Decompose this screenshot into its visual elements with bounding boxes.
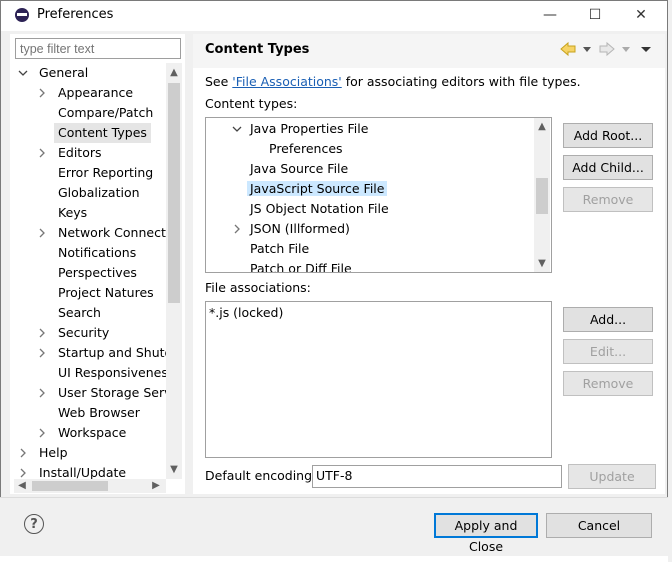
close-button[interactable]: ✕ [619,4,663,26]
add-root-button[interactable]: Add Root... [563,123,653,148]
collapsed-chevron-icon[interactable] [37,323,47,343]
tree-scroll-thumb[interactable] [168,83,180,303]
back-dropdown-icon[interactable] [582,42,592,56]
tree-item-label: Search [58,305,101,320]
remove-content-type-button[interactable]: Remove [563,187,653,212]
update-encoding-button[interactable]: Update [568,464,656,489]
content-type-label: Java Source File [250,161,349,176]
cancel-button[interactable]: Cancel [546,513,652,538]
add-child-button[interactable]: Add Child... [563,155,653,180]
intro-text: See 'File Associations' for associating … [205,74,581,89]
default-encoding-input[interactable]: UTF-8 [312,465,562,488]
footer-divider [0,497,668,498]
scroll-left-arrow-icon[interactable]: ◀ [15,478,29,494]
content-type-label: JavaScript Source File [247,181,388,196]
tree-item-label: Appearance [58,85,134,100]
default-encoding-label: Default encoding: [205,468,317,483]
content-type-label: Patch File [250,241,310,256]
collapsed-chevron-icon[interactable] [37,223,47,243]
preference-tree: General Appearance Compare/Patch Content Ty… [14,63,166,479]
tree-item-label: Network Connecti [58,225,166,240]
view-menu-icon[interactable] [640,42,652,56]
tree-item-label: Workspace [58,425,127,440]
tree-item-label: Content Types [54,123,151,143]
edit-association-button[interactable]: Edit... [563,339,653,364]
expanded-chevron-icon[interactable] [232,119,242,139]
content-type-label: Java Properties File [250,121,369,136]
tree-item-label: User Storage Serv [58,385,166,400]
content-type-label: JS Object Notation File [250,201,389,216]
expanded-chevron-icon[interactable] [18,63,28,83]
tree-item-label: Project Natures [58,285,154,300]
content-type-label: JSON (Illformed) [250,221,350,236]
tree-item-label: Security [58,325,110,340]
content-type-item[interactable]: Patch File [250,239,309,259]
collapsed-chevron-icon[interactable] [37,143,47,163]
file-association-item[interactable]: *.js (locked) [209,303,283,323]
remove-association-button[interactable]: Remove [563,371,653,396]
ct-scroll-thumb[interactable] [536,178,548,214]
forward-dropdown-icon[interactable] [621,42,631,56]
content-type-item[interactable]: JSON (Illformed) [234,219,350,239]
tree-item-label: Help [39,445,68,460]
content-type-item[interactable]: JavaScript Source File [247,179,388,199]
tree-item-label: Compare/Patch [58,105,154,120]
scroll-up-arrow-icon[interactable]: ▲ [166,65,182,81]
file-associations-link[interactable]: 'File Associations' [232,74,341,89]
tree-item-label: Install/Update [39,465,127,479]
minimize-button[interactable]: — [528,4,572,26]
tree-item-label: UI Responsiveness [58,365,166,380]
tree-item-label: Notifications [58,245,137,260]
content-type-item[interactable]: Java Properties File [232,119,369,139]
content-type-label: Preferences [269,141,343,156]
window-title: Preferences [37,7,114,22]
file-associations-label: File associations: [205,280,311,295]
maximize-button[interactable]: ☐ [573,4,617,26]
intro-after: for associating editors with file types. [341,74,581,89]
collapsed-chevron-icon[interactable] [37,383,47,403]
ct-scroll-up-arrow-icon[interactable]: ▲ [534,119,550,135]
collapsed-chevron-icon[interactable] [37,83,47,103]
file-associations-list: *.js (locked) [205,301,552,458]
back-arrow-icon[interactable] [560,40,576,58]
content-type-label: Patch or Diff File [250,261,352,273]
collapsed-chevron-icon[interactable] [37,423,47,443]
content-types-label: Content types: [205,96,298,111]
collapsed-chevron-icon[interactable] [232,219,242,239]
content-type-item[interactable]: Preferences [269,139,343,159]
collapsed-chevron-icon[interactable] [18,443,28,463]
tree-item-label: Globalization [58,185,140,200]
ct-scroll-down-arrow-icon[interactable]: ▼ [534,256,550,272]
filter-input[interactable] [15,38,181,59]
scroll-down-arrow-icon[interactable]: ▼ [166,462,182,478]
page-title: Content Types [205,42,310,57]
collapsed-chevron-icon[interactable] [37,343,47,363]
help-icon[interactable]: ? [24,514,44,534]
add-association-button[interactable]: Add... [563,307,653,332]
eclipse-app-icon [15,8,29,22]
forward-arrow-icon[interactable] [599,40,615,58]
background-app-strip [668,0,672,562]
tree-item-label: Error Reporting [58,165,154,180]
intro-before: See [205,74,233,89]
collapsed-chevron-icon[interactable] [18,463,28,479]
content-type-item[interactable]: Patch or Diff File [250,259,352,273]
tree-hscroll-thumb[interactable] [32,481,108,491]
apply-and-close-button[interactable]: Apply and Close [434,513,538,554]
scroll-right-arrow-icon[interactable]: ▶ [149,478,163,494]
tree-item-label: Perspectives [58,265,137,280]
tree-item-label: Editors [58,145,102,160]
tree-item-label: Keys [58,205,88,220]
tree-item-label: Startup and Shutd [58,345,166,360]
tree-item-label: Web Browser [58,405,140,420]
tree-item-label: General [39,65,89,80]
content-type-item[interactable]: JS Object Notation File [250,199,389,219]
content-types-tree: Java Properties File Preferences Java Sour… [205,117,552,273]
content-type-item[interactable]: Java Source File [250,159,348,179]
